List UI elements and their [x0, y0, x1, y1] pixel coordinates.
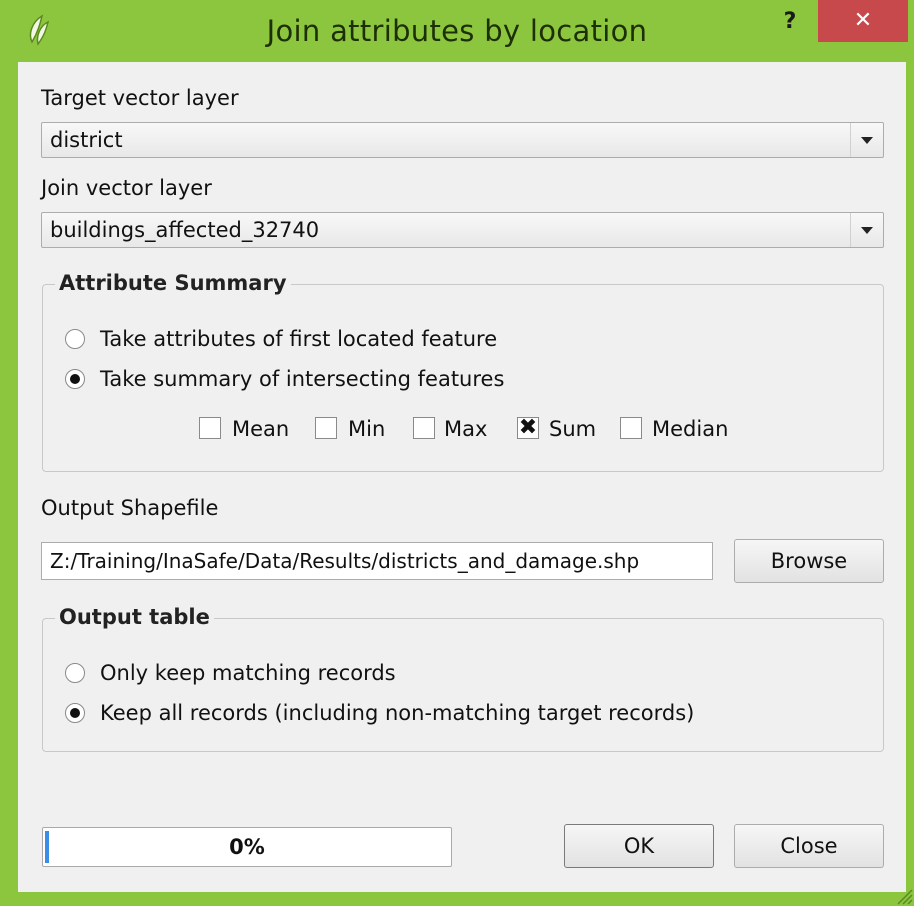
progress-bar: 0% [42, 827, 452, 867]
radio-only-matching-label[interactable]: Only keep matching records [100, 661, 396, 685]
attribute-summary-title: Attribute Summary [55, 271, 291, 295]
checkbox-min[interactable] [315, 417, 337, 439]
radio-keep-all[interactable] [65, 703, 85, 723]
radio-keep-all-label[interactable]: Keep all records (including non-matching… [100, 701, 694, 725]
close-button[interactable]: Close [734, 824, 884, 868]
output-path-field[interactable] [41, 542, 713, 580]
checkbox-mean[interactable] [199, 417, 221, 439]
radio-first-located[interactable] [65, 329, 85, 349]
dialog-window: Join attributes by location ? ✕ Target v… [0, 0, 914, 906]
title-bar[interactable]: Join attributes by location ? ✕ [0, 0, 914, 62]
progress-text: 0% [229, 835, 265, 859]
checkbox-min-label[interactable]: Min [348, 417, 385, 441]
dialog-body: Target vector layer district Join vector… [18, 62, 906, 892]
checkbox-sum-label[interactable]: Sum [549, 417, 596, 441]
radio-summary-intersecting[interactable] [65, 369, 85, 389]
checkbox-median-label[interactable]: Median [652, 417, 728, 441]
attribute-summary-group: Attribute Summary Take attributes of fir… [42, 271, 884, 472]
chevron-down-icon[interactable] [850, 213, 883, 247]
join-layer-label: Join vector layer [41, 176, 212, 200]
checkbox-mean-label[interactable]: Mean [232, 417, 289, 441]
browse-button[interactable]: Browse [734, 539, 884, 583]
output-table-group: Output table Only keep matching records … [42, 605, 884, 752]
target-layer-select[interactable]: district [41, 122, 884, 158]
output-shapefile-label: Output Shapefile [41, 496, 219, 520]
resize-grip-icon[interactable] [890, 882, 914, 906]
help-button[interactable]: ? [774, 6, 806, 38]
checkbox-max[interactable] [413, 417, 435, 439]
chevron-down-icon[interactable] [850, 123, 883, 157]
output-table-title: Output table [55, 605, 214, 629]
window-close-button[interactable]: ✕ [818, 0, 908, 42]
join-layer-select[interactable]: buildings_affected_32740 [41, 212, 884, 248]
radio-first-located-label[interactable]: Take attributes of first located feature [100, 327, 497, 351]
target-layer-value: district [50, 128, 123, 152]
radio-summary-intersecting-label[interactable]: Take summary of intersecting features [100, 367, 504, 391]
output-path-input[interactable] [42, 543, 712, 579]
checkbox-sum[interactable]: ✖ [517, 417, 539, 439]
join-layer-value: buildings_affected_32740 [50, 218, 320, 242]
checkbox-median[interactable] [620, 417, 642, 439]
target-layer-label: Target vector layer [41, 86, 239, 110]
ok-button[interactable]: OK [564, 824, 714, 868]
radio-only-matching[interactable] [65, 663, 85, 683]
checkbox-max-label[interactable]: Max [444, 417, 487, 441]
